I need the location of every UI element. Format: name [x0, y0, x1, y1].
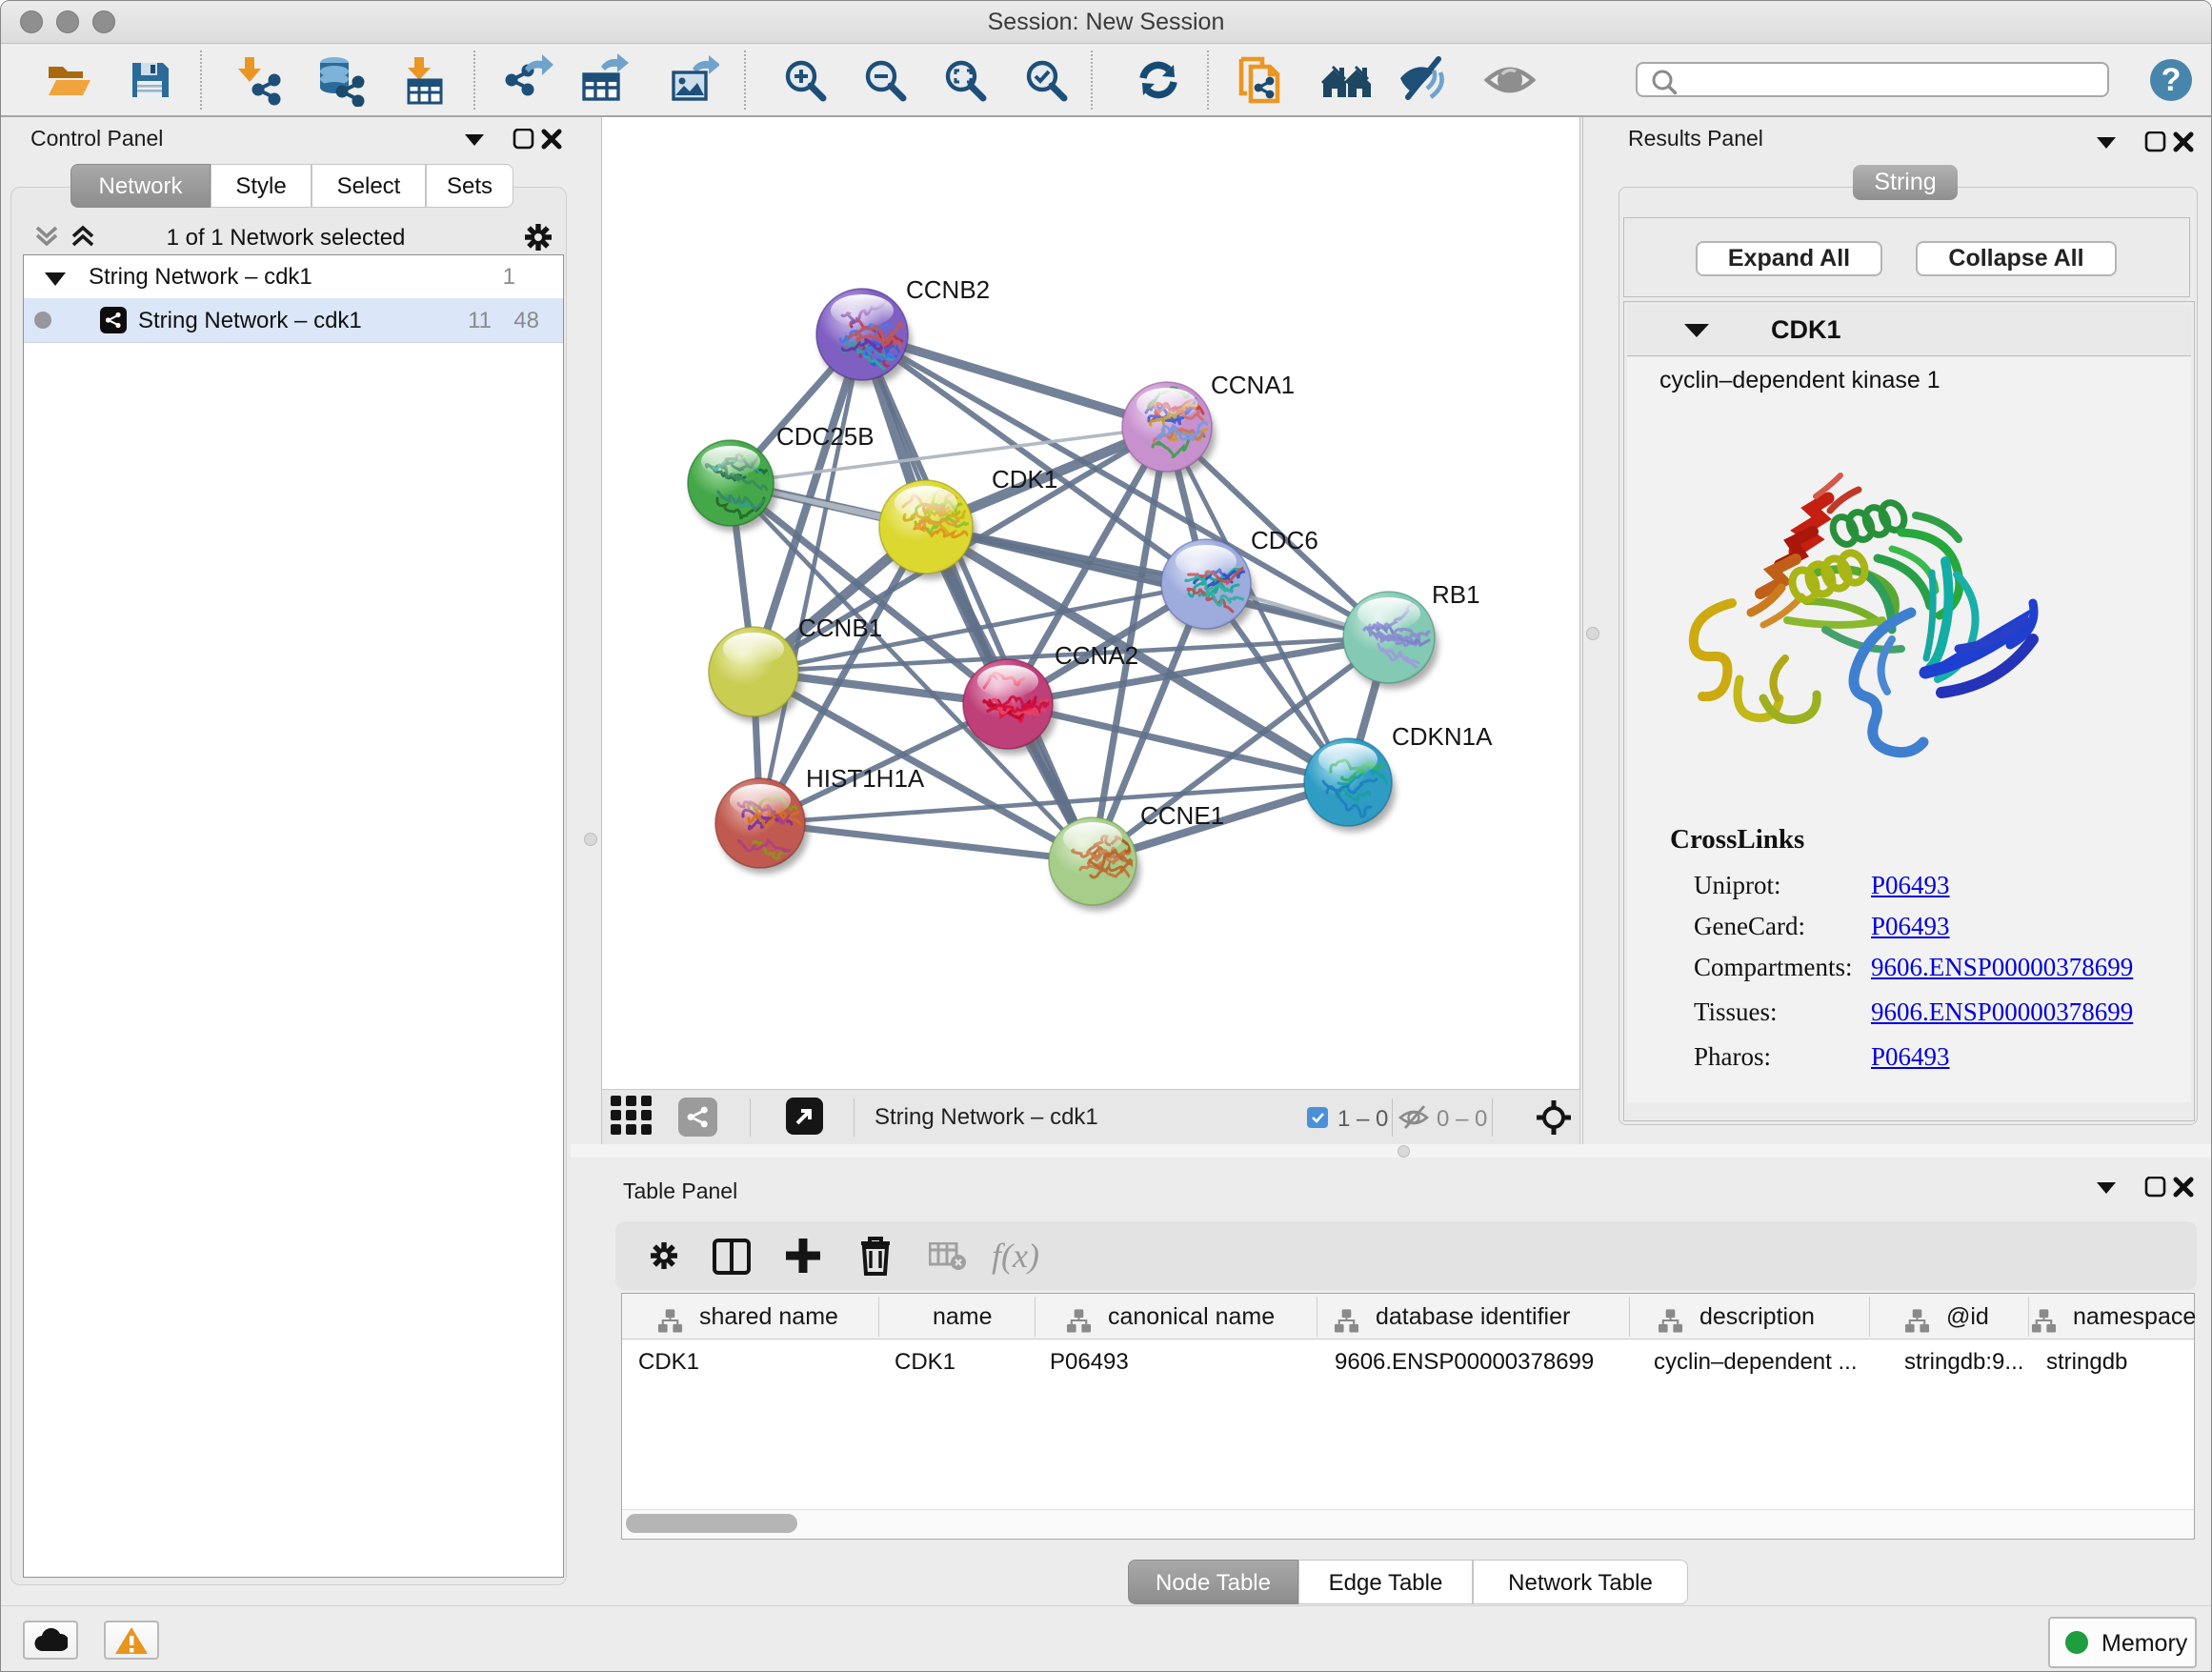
svg-text:CDC25B: CDC25B: [776, 422, 875, 451]
svg-text:CDKN1A: CDKN1A: [1392, 722, 1493, 751]
svg-text:CCNA2: CCNA2: [1055, 641, 1138, 670]
svg-text:CCNA1: CCNA1: [1211, 371, 1295, 399]
svg-text:CCNE1: CCNE1: [1140, 801, 1224, 830]
svg-text:CDC6: CDC6: [1251, 526, 1318, 554]
svg-text:CCNB1: CCNB1: [798, 614, 882, 642]
svg-text:CCNB2: CCNB2: [906, 275, 990, 304]
svg-text:HIST1H1A: HIST1H1A: [806, 764, 925, 793]
svg-text:CDK1: CDK1: [992, 465, 1057, 494]
svg-text:RB1: RB1: [1432, 580, 1480, 609]
